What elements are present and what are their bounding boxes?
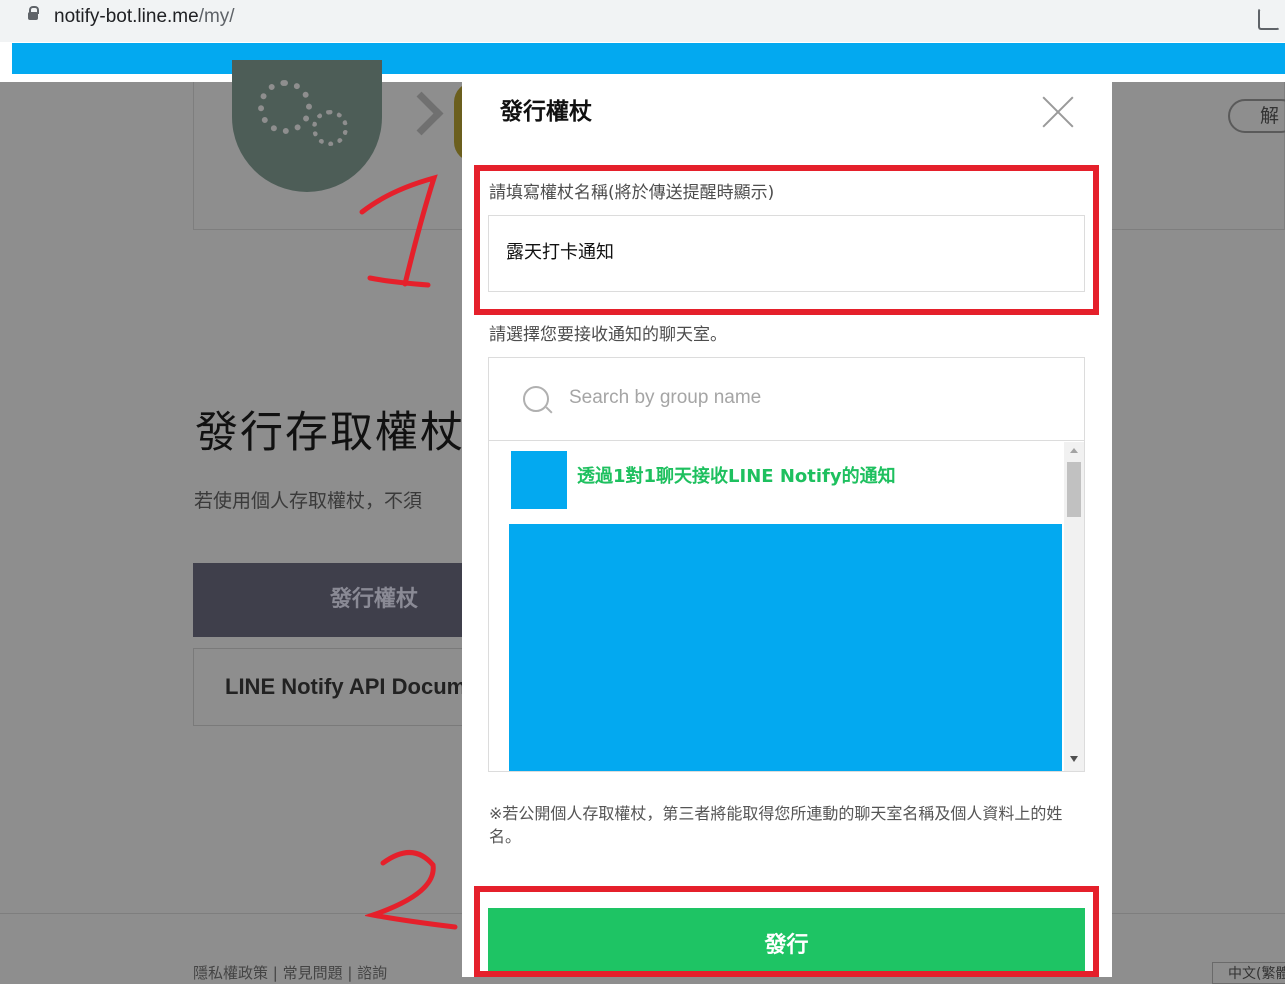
redacted-chat-list bbox=[509, 524, 1062, 771]
page-heading: 發行存取權杖 bbox=[195, 408, 465, 458]
privacy-notice: ※若公開個人存取權杖，第三者將能取得您所連動的聊天室名稱及個人資料上的姓名。 bbox=[489, 804, 1063, 846]
close-icon[interactable] bbox=[1040, 94, 1076, 130]
share-icon[interactable] bbox=[1258, 8, 1280, 30]
page-description: 若使用個人存取權杖，不須 bbox=[194, 490, 423, 512]
gear-icon bbox=[312, 110, 348, 146]
search-row bbox=[489, 358, 1084, 441]
dialog-title: 發行權杖 bbox=[500, 99, 592, 125]
open-issue-token-label: 發行權杖 bbox=[330, 587, 419, 612]
gear-icon bbox=[258, 80, 312, 134]
annotation-box-step1 bbox=[474, 165, 1099, 315]
avatar bbox=[511, 451, 567, 509]
url-path: /my/ bbox=[198, 6, 235, 27]
footer-links[interactable]: 隱私權政策 | 常見問題 | 諮詢 bbox=[193, 962, 387, 983]
scroll-up-arrow-icon[interactable] bbox=[1070, 448, 1078, 453]
search-input[interactable] bbox=[567, 386, 1051, 410]
lock-icon bbox=[28, 6, 39, 20]
redacted-bookmarks-bar bbox=[12, 43, 1285, 74]
open-issue-token-button[interactable]: 發行權杖 bbox=[193, 563, 463, 637]
annotation-number-2 bbox=[365, 850, 458, 930]
url-host: notify-bot.line.me bbox=[54, 6, 199, 27]
annotation-box-step2 bbox=[474, 886, 1099, 977]
scroll-down-arrow-icon[interactable] bbox=[1070, 756, 1078, 762]
chat-selector: 透過1對1聊天接收LINE Notify的通知 bbox=[488, 357, 1085, 772]
url-text[interactable]: notify-bot.line.me/my/ bbox=[54, 6, 235, 28]
scrollbar-thumb[interactable] bbox=[1067, 462, 1081, 517]
chat-select-label: 請選擇您要接收通知的聊天室。 bbox=[489, 325, 727, 345]
chat-list-scrollbar[interactable] bbox=[1064, 442, 1084, 771]
address-bar[interactable]: notify-bot.line.me/my/ bbox=[0, 0, 1285, 42]
chat-item-label: 透過1對1聊天接收LINE Notify的通知 bbox=[577, 466, 896, 487]
disconnect-button[interactable]: 解除 bbox=[1228, 99, 1285, 133]
chat-item-one-on-one[interactable]: 透過1對1聊天接收LINE Notify的通知 bbox=[511, 451, 1061, 509]
annotation-number-1 bbox=[359, 174, 438, 288]
search-icon bbox=[523, 386, 549, 412]
api-document-button[interactable]: LINE Notify API Document bbox=[193, 648, 463, 726]
language-select[interactable]: 中文(繁體) bbox=[1212, 962, 1285, 984]
